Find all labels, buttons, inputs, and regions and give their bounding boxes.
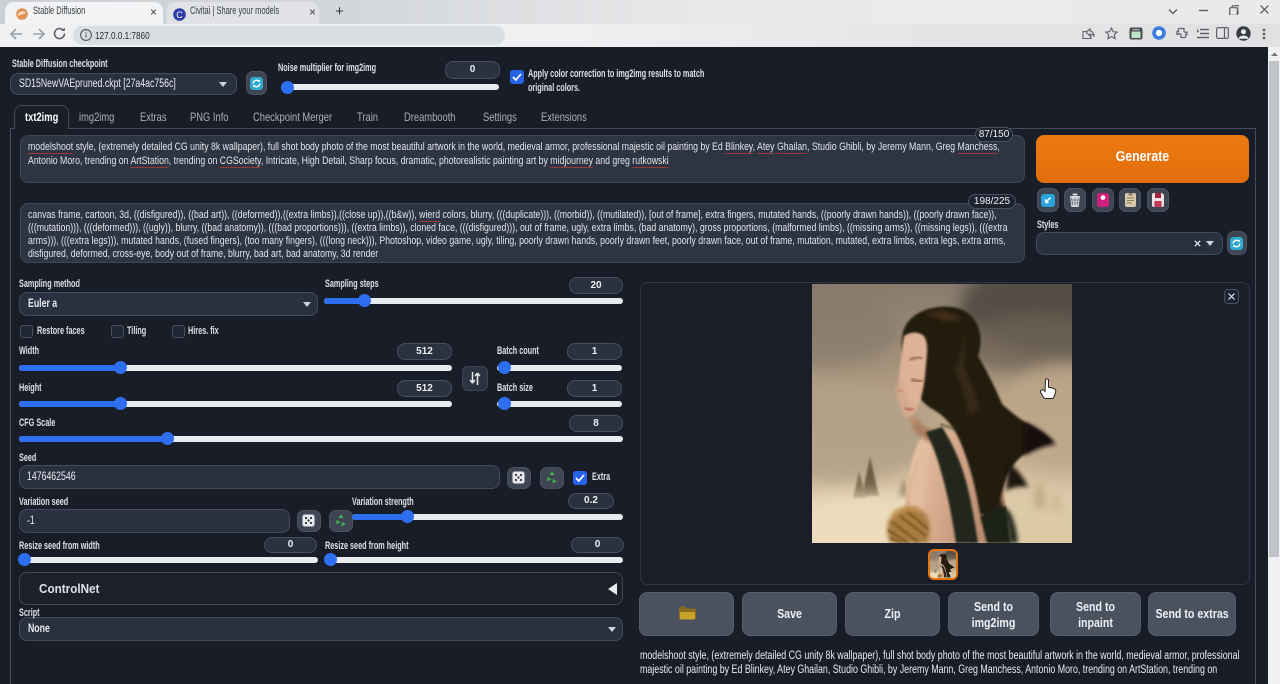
- svg-text:C: C: [176, 10, 183, 20]
